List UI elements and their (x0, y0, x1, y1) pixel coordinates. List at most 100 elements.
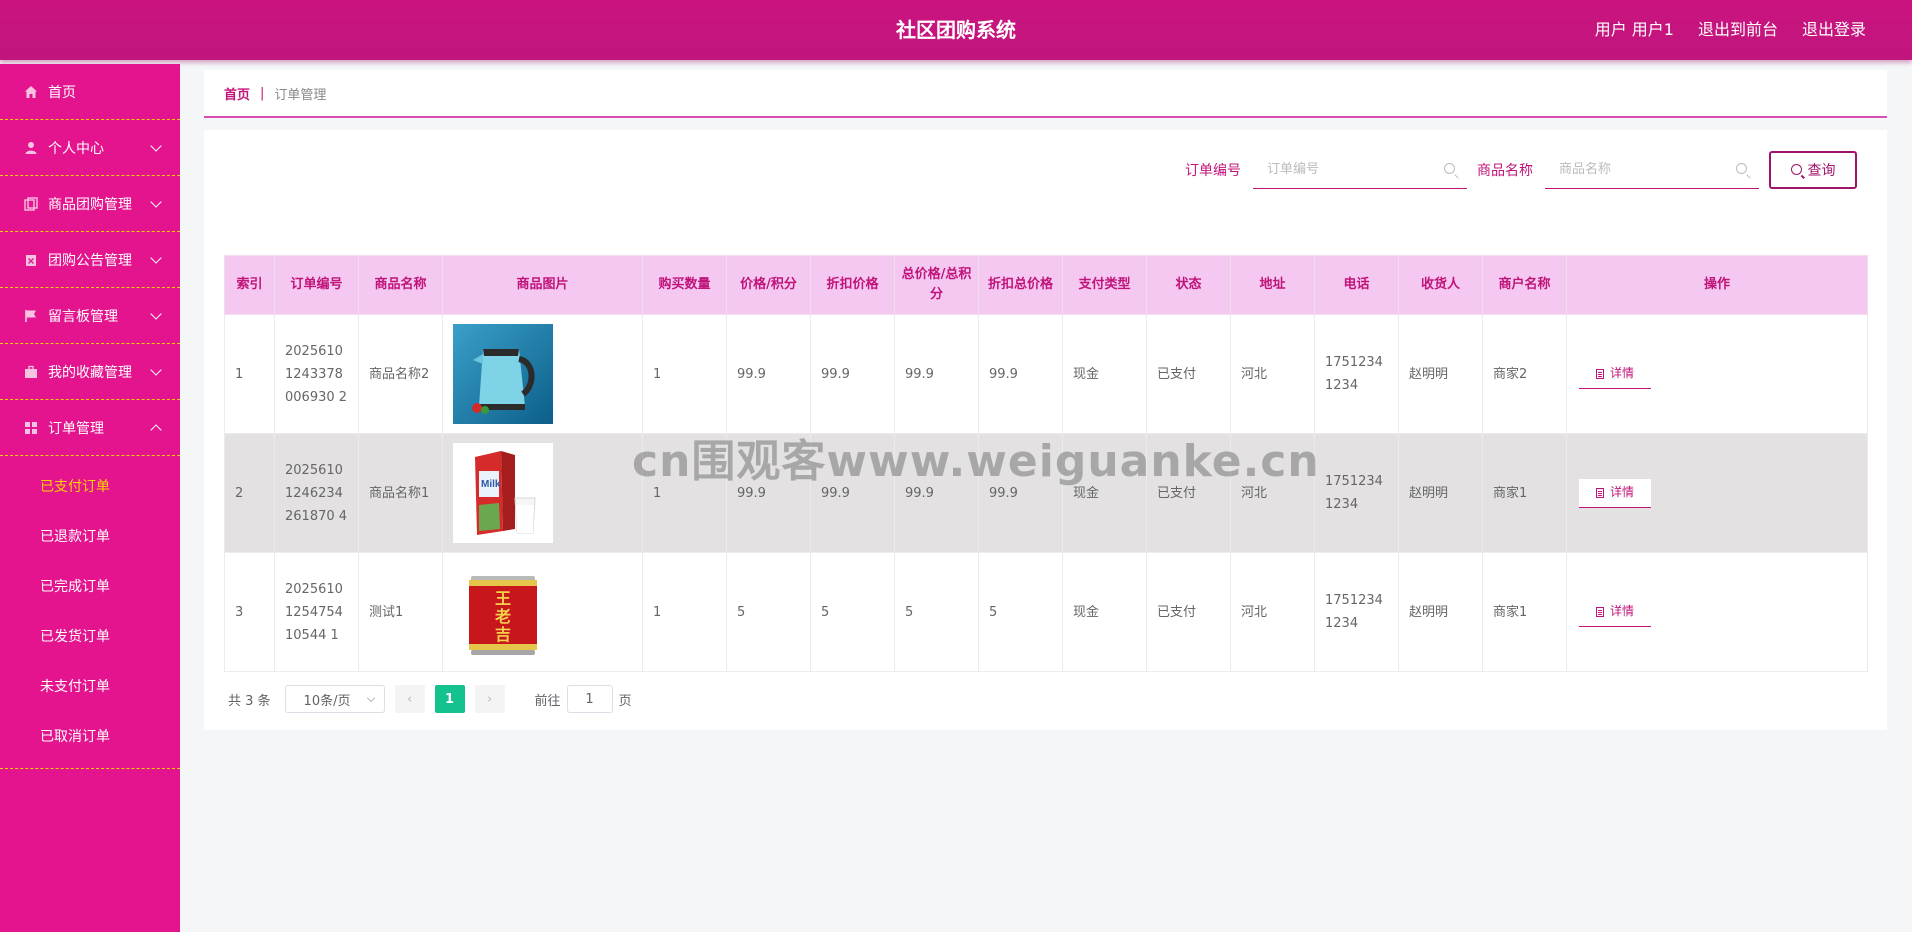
query-button[interactable]: 查询 (1769, 150, 1857, 189)
goto-label: 前往 (534, 693, 561, 709)
document-icon (1595, 368, 1604, 379)
cell-phone: 17512341234 (1314, 552, 1399, 672)
sidebar-item-label: 个人中心 (48, 140, 104, 157)
prev-page-button[interactable]: ‹ (394, 685, 425, 713)
search-icon (1736, 163, 1747, 174)
chevron-down-icon (150, 307, 162, 320)
chevron-down-icon (150, 251, 162, 264)
svg-text:王: 王 (495, 589, 511, 608)
watermark-text: cn围观客www.weiguanke.cn (632, 436, 1320, 487)
goods-name-label: 商品名称 (1477, 162, 1533, 179)
breadcrumb-separator: | (260, 85, 265, 101)
goods-name-field (1545, 150, 1759, 189)
svg-text:Milk: Milk (481, 479, 501, 490)
sidebar-item-label: 商品团购管理 (48, 196, 132, 213)
cell-discount-total: 99.9 (978, 314, 1063, 434)
cell-merchant: 商家1 (1482, 552, 1567, 672)
col-header: 支付类型 (1062, 255, 1147, 315)
detail-button[interactable]: 详情 (1579, 478, 1651, 508)
submenu-completed-orders[interactable]: 已完成订单 (0, 562, 180, 612)
query-button-label: 查询 (1807, 162, 1836, 179)
sidebar-item-message[interactable]: 留言板管理 (0, 288, 180, 344)
detail-button[interactable]: 详情 (1579, 597, 1651, 627)
chevron-up-icon (150, 423, 162, 436)
cell-discount-total: 5 (978, 552, 1063, 672)
submenu-refunded-orders[interactable]: 已退款订单 (0, 512, 180, 562)
next-page-button[interactable]: › (474, 685, 505, 713)
sidebar-item-orders[interactable]: 订单管理 (0, 400, 180, 456)
sidebar-item-profile[interactable]: 个人中心 (0, 120, 180, 176)
goods-name-input[interactable] (1545, 150, 1731, 188)
col-header: 订单编号 (274, 255, 359, 315)
orders-submenu: 已支付订单 已退款订单 已完成订单 已发货订单 未支付订单 已取消订单 (0, 456, 180, 769)
submenu-shipped-orders[interactable]: 已发货订单 (0, 612, 180, 662)
cell-address: 河北 (1230, 552, 1315, 672)
search-icon (1444, 163, 1455, 174)
kettle-image (453, 324, 553, 424)
order-no-label: 订单编号 (1185, 162, 1241, 179)
sidebar-item-goods[interactable]: 商品团购管理 (0, 176, 180, 232)
cell-phone: 17512341234 (1314, 433, 1399, 553)
cell-qty: 1 (642, 314, 727, 434)
goto-page-input[interactable]: 1 (566, 685, 613, 713)
submenu-cancelled-orders[interactable]: 已取消订单 (0, 712, 180, 762)
cell-pay-type: 现金 (1062, 314, 1147, 434)
submenu-unpaid-orders[interactable]: 未支付订单 (0, 662, 180, 712)
sidebar-item-notice[interactable]: 团购公告管理 (0, 232, 180, 288)
submenu-paid-orders[interactable]: 已支付订单 (0, 462, 180, 512)
cell-address: 河北 (1230, 314, 1315, 434)
sidebar-item-label: 团购公告管理 (48, 252, 132, 269)
table-header-row: 索引 订单编号 商品名称 商品图片 购买数量 价格/积分 折扣价格 总价格/总积… (224, 255, 1868, 315)
cell-goods-image (442, 314, 643, 434)
user-icon (25, 141, 37, 154)
cell-status: 已支付 (1146, 314, 1231, 434)
logout-link[interactable]: 退出登录 (1802, 0, 1866, 60)
grid-icon (25, 421, 37, 434)
cell-discount: 5 (810, 552, 895, 672)
order-no-input[interactable] (1253, 150, 1439, 188)
cell-goods-name: 商品名称1 (358, 433, 443, 553)
cell-order-no: 2025610125475410544 1 (274, 552, 359, 672)
col-header: 折扣总价格 (978, 255, 1063, 315)
col-header: 总价格/总积分 (894, 255, 979, 315)
cell-goods-name: 测试1 (358, 552, 443, 672)
cell-goods-image: Milk (442, 433, 643, 553)
cell-actions: 详情 (1566, 314, 1868, 434)
document-icon (1595, 487, 1604, 498)
flag-icon (25, 309, 36, 322)
page-number-current[interactable]: 1 (434, 685, 465, 713)
detail-button-label: 详情 (1609, 485, 1634, 499)
cell-discount: 99.9 (810, 314, 895, 434)
order-no-field (1253, 150, 1467, 189)
cell-actions: 详情 (1566, 433, 1868, 553)
col-header: 商户名称 (1482, 255, 1567, 315)
cell-qty: 1 (642, 552, 727, 672)
table-row[interactable]: 3 2025610125475410544 1 测试1 王 老 吉 1 5 5 … (224, 552, 1868, 672)
breadcrumb: 首页 | 订单管理 (204, 70, 1887, 118)
briefcase-icon (25, 365, 37, 378)
sidebar-item-home[interactable]: 首页 (0, 64, 180, 120)
breadcrumb-home[interactable]: 首页 (224, 84, 250, 103)
col-header: 折扣价格 (810, 255, 895, 315)
back-to-front-link[interactable]: 退出到前台 (1698, 0, 1778, 60)
cell-receiver: 赵明明 (1398, 433, 1483, 553)
goto-suffix: 页 (618, 693, 632, 709)
breadcrumb-current: 订单管理 (274, 87, 327, 103)
chevron-left-icon: ‹ (406, 691, 413, 707)
svg-text:老: 老 (494, 607, 511, 626)
cell-price: 99.9 (726, 314, 811, 434)
cell-index: 3 (224, 552, 275, 672)
sidebar-item-label: 首页 (48, 84, 76, 101)
cell-merchant: 商家2 (1482, 314, 1567, 434)
cell-merchant: 商家1 (1482, 433, 1567, 553)
cell-goods-image: 王 老 吉 (442, 552, 643, 672)
page-size-select[interactable]: 10条/页 (284, 685, 385, 713)
svg-text:吉: 吉 (495, 625, 511, 644)
cell-total: 5 (894, 552, 979, 672)
cell-receiver: 赵明明 (1398, 552, 1483, 672)
detail-button[interactable]: 详情 (1579, 359, 1651, 389)
current-user: 用户 用户1 (1594, 20, 1674, 39)
sidebar-item-favorites[interactable]: 我的收藏管理 (0, 344, 180, 400)
table-row[interactable]: 1 20256101243378006930 2 商品名称2 1 99.9 99… (224, 314, 1868, 434)
col-header: 电话 (1314, 255, 1399, 315)
